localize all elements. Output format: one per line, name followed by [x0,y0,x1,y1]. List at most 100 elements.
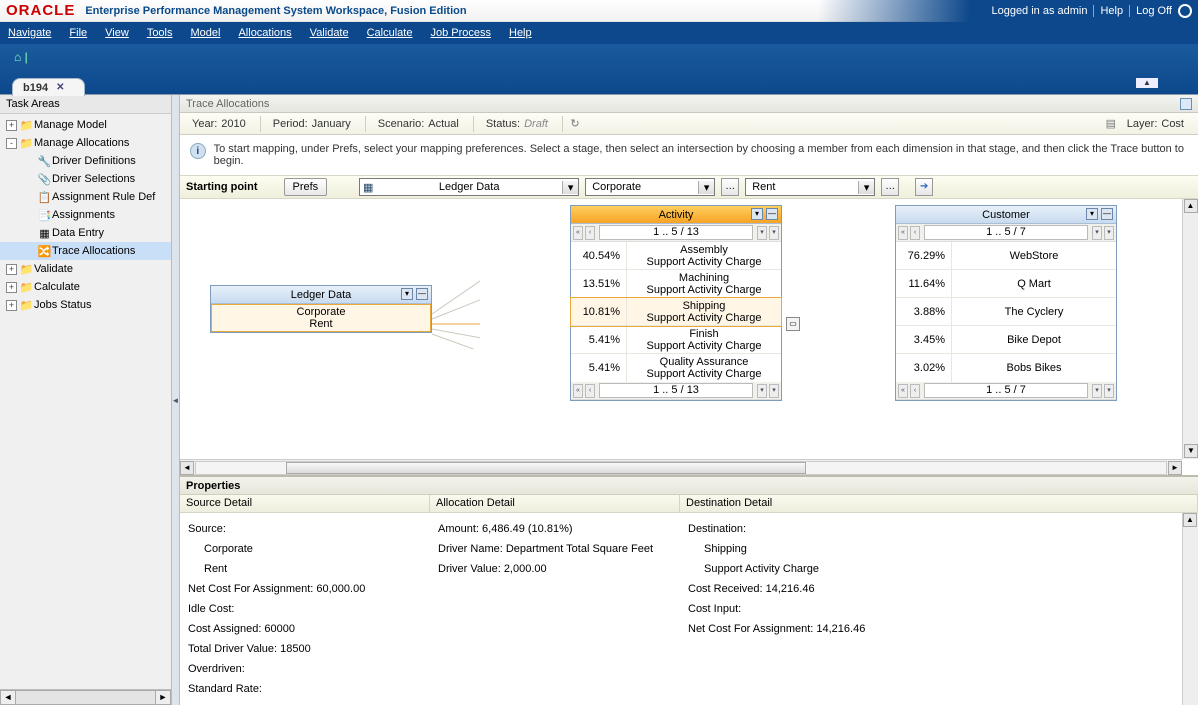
tree-item[interactable]: 🔧Driver Definitions [0,152,171,170]
prev-page-icon[interactable]: ‹ [585,226,595,240]
tree-item[interactable]: +📁Jobs Status [0,296,171,314]
close-icon[interactable]: ✕ [56,82,64,93]
node-row[interactable]: 10.81%ShippingSupport Activity Charge [571,298,781,326]
node-minimize-icon[interactable]: — [766,208,778,220]
expand-toggle-icon[interactable]: + [6,120,17,131]
prev-page-icon[interactable]: ‹ [910,384,920,398]
node-row[interactable]: 3.02%Bobs Bikes [896,354,1116,382]
menu-job-process[interactable]: Job Process [430,27,491,39]
expand-toggle-icon[interactable]: + [6,282,17,293]
maximize-icon[interactable] [1180,98,1192,110]
node-row[interactable]: 3.88%The Cyclery [896,298,1116,326]
dim2-select[interactable]: Rent ▾ [745,178,875,196]
prev-page-icon[interactable]: ‹ [910,226,920,240]
logoff-link[interactable]: Log Off [1136,5,1172,17]
first-page-icon[interactable]: « [573,384,583,398]
chevron-down-icon[interactable]: ▾ [562,181,578,194]
tree-item[interactable]: -📁Manage Allocations [0,134,171,152]
node-ledger[interactable]: Ledger Data ▾— Corporate Rent [210,285,432,333]
node-menu-icon[interactable]: ▾ [401,288,413,300]
pov-scenario[interactable]: Actual [428,118,459,130]
first-page-icon[interactable]: « [573,226,583,240]
tree-item[interactable]: +📁Calculate [0,278,171,296]
stage-select[interactable]: ▦ Ledger Data ▾ [359,178,579,196]
properties-vscroll[interactable]: ▲ [1182,513,1198,705]
next-page-icon[interactable]: ▾ [1092,384,1102,398]
refresh-icon[interactable]: ↻ [567,117,583,130]
layer-icon[interactable]: ▤ [1103,117,1119,130]
node-row[interactable]: 5.41%FinishSupport Activity Charge [571,326,781,354]
source-over: Overdriven: [188,663,245,675]
menu-file[interactable]: File [69,27,87,39]
scroll-up-icon[interactable]: ▲ [1184,199,1198,213]
tree-item[interactable]: 📋Assignment Rule Def [0,188,171,206]
menu-calculate[interactable]: Calculate [367,27,413,39]
node-minimize-icon[interactable]: — [416,288,428,300]
node-customer[interactable]: Customer ▾— «‹ 1 .. 5 / 7 ▾▾ 76.29%WebSt… [895,205,1117,401]
last-page-icon[interactable]: ▾ [769,384,779,398]
activity-expand-icon[interactable]: ▭ [786,317,800,331]
menu-help[interactable]: Help [509,27,532,39]
menu-view[interactable]: View [105,27,129,39]
scroll-left-icon[interactable]: ◄ [0,690,16,705]
node-menu-icon[interactable]: ▾ [1086,208,1098,220]
collapse-toolbar-icon[interactable]: ▲ [1136,78,1158,88]
pov-period[interactable]: January [312,118,351,130]
dim1-picker-button[interactable]: … [721,178,739,196]
tree-item[interactable]: +📁Manage Model [0,116,171,134]
next-page-icon[interactable]: ▾ [1092,226,1102,240]
help-link[interactable]: Help [1100,5,1123,17]
first-page-icon[interactable]: « [898,226,908,240]
dim2-picker-button[interactable]: … [881,178,899,196]
tree-item[interactable]: 📎Driver Selections [0,170,171,188]
scroll-right-icon[interactable]: ► [155,690,171,705]
menu-allocations[interactable]: Allocations [238,27,291,39]
scroll-down-icon[interactable]: ▼ [1184,444,1198,458]
menu-tools[interactable]: Tools [147,27,173,39]
sidebar-collapse-handle[interactable]: ◄ [172,95,180,705]
prefs-button[interactable]: Prefs [284,178,328,196]
trace-button[interactable]: ➔ [915,178,933,196]
node-activity[interactable]: Activity ▾— «‹ 1 .. 5 / 13 ▾▾ 40.54%Asse… [570,205,782,401]
home-icon[interactable]: ⌂ | [14,50,28,64]
document-tab[interactable]: b194 ✕ [12,78,85,96]
trace-canvas[interactable]: Ledger Data ▾— Corporate Rent Activity ▾… [180,199,1182,459]
tree-item[interactable]: 📑Assignments [0,206,171,224]
last-page-icon[interactable]: ▾ [769,226,779,240]
menu-navigate[interactable]: Navigate [8,27,51,39]
dim1-select[interactable]: Corporate ▾ [585,178,715,196]
canvas-vscroll[interactable]: ▲ ▼ [1182,199,1198,459]
chevron-down-icon[interactable]: ▾ [858,181,874,194]
scroll-up-icon[interactable]: ▲ [1183,513,1197,527]
pov-year[interactable]: 2010 [221,118,245,130]
scroll-right-icon[interactable]: ► [1168,461,1182,475]
pov-layer[interactable]: Cost [1161,118,1184,130]
prev-page-icon[interactable]: ‹ [585,384,595,398]
sidebar-hscroll[interactable]: ◄ ► [0,689,171,705]
menu-validate[interactable]: Validate [310,27,349,39]
node-minimize-icon[interactable]: — [1101,208,1113,220]
canvas-hscroll[interactable]: ◄ ► [180,459,1182,475]
next-page-icon[interactable]: ▾ [757,226,767,240]
last-page-icon[interactable]: ▾ [1104,226,1114,240]
node-menu-icon[interactable]: ▾ [751,208,763,220]
node-row[interactable]: 11.64%Q Mart [896,270,1116,298]
menu-model[interactable]: Model [191,27,221,39]
expand-toggle-icon[interactable]: - [6,138,17,149]
chevron-down-icon[interactable]: ▾ [698,181,714,194]
node-row[interactable]: 40.54%AssemblySupport Activity Charge [571,242,781,270]
next-page-icon[interactable]: ▾ [757,384,767,398]
expand-toggle-icon[interactable]: + [6,300,17,311]
expand-toggle-icon[interactable]: + [6,264,17,275]
tree-item[interactable]: ▦Data Entry [0,224,171,242]
last-page-icon[interactable]: ▾ [1104,384,1114,398]
node-row[interactable]: 13.51%MachiningSupport Activity Charge [571,270,781,298]
node-row[interactable]: 76.29%WebStore [896,242,1116,270]
hscroll-thumb[interactable] [286,462,806,474]
node-row[interactable]: 3.45%Bike Depot [896,326,1116,354]
tree-item[interactable]: 🔀Trace Allocations [0,242,171,260]
tree-item[interactable]: +📁Validate [0,260,171,278]
node-row[interactable]: 5.41%Quality AssuranceSupport Activity C… [571,354,781,382]
first-page-icon[interactable]: « [898,384,908,398]
scroll-left-icon[interactable]: ◄ [180,461,194,475]
